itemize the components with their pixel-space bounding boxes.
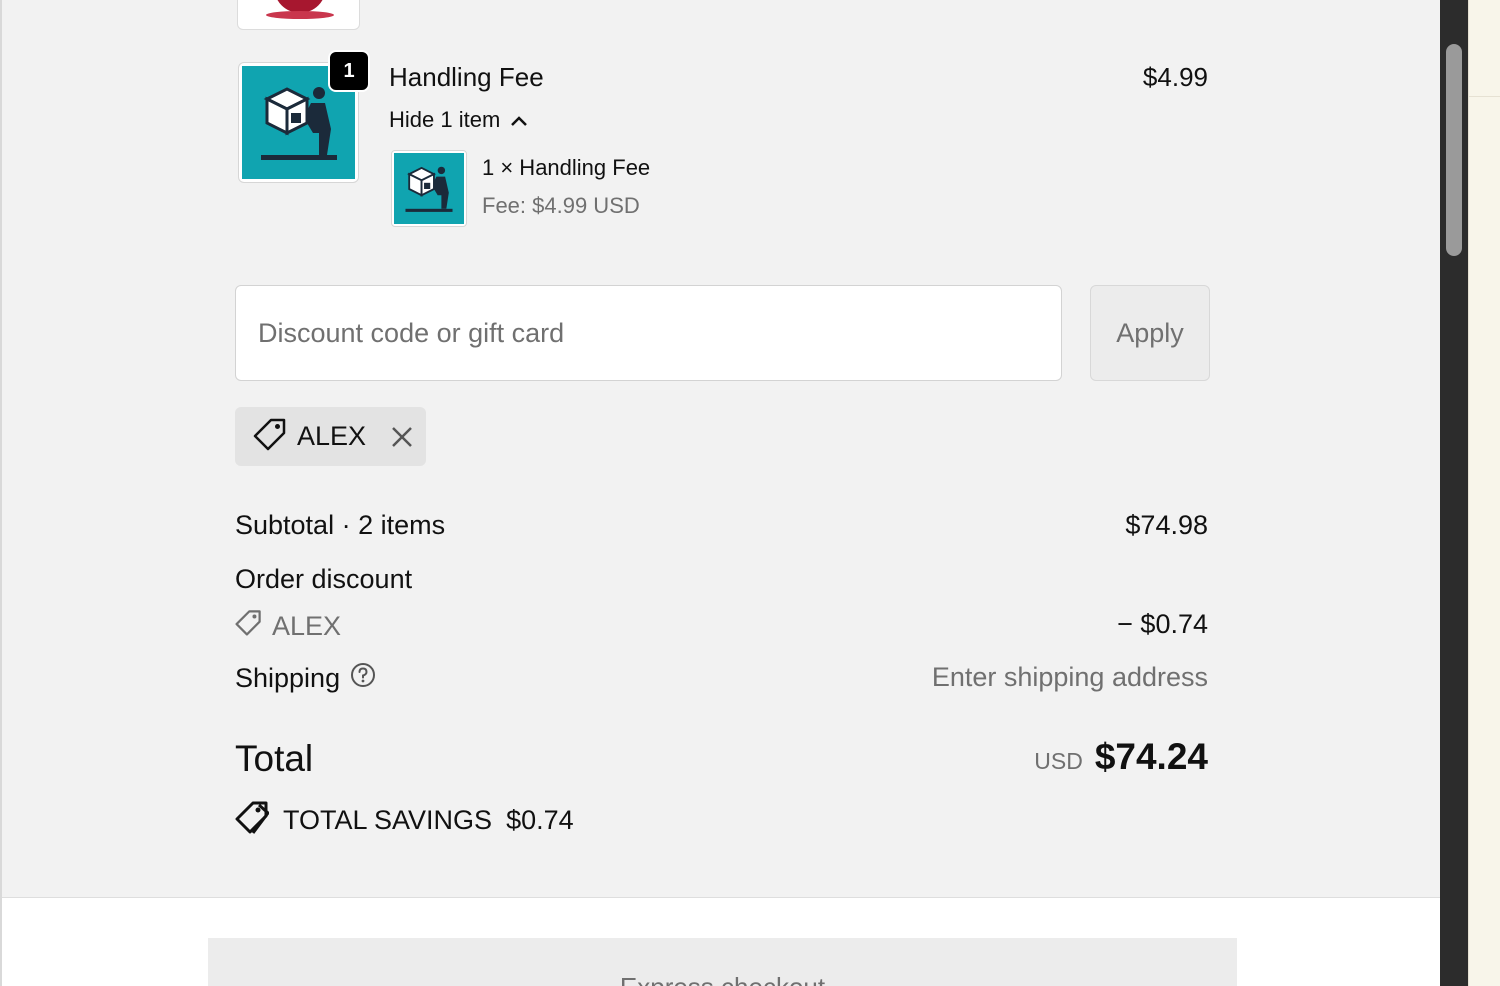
savings-label: TOTAL SAVINGS [283,805,493,835]
total-value: $74.24 [1094,736,1208,777]
box-carrier-icon [394,153,464,224]
sub-item-name: 1 × Handling Fee [482,155,651,180]
remove-discount-button[interactable] [390,425,414,449]
order-discount-value: − $0.74 [1117,609,1208,639]
subtotal-value: $74.98 [1125,510,1208,540]
sub-item-fee: Fee: $4.99 USD [482,193,640,218]
close-icon [392,426,412,447]
scrollbar-thumb[interactable] [1446,44,1462,256]
total-currency: USD [1034,748,1083,774]
savings-value: $0.74 [506,805,574,835]
express-checkout-box: Express checkout [208,938,1237,986]
savings-tag-icon [235,800,270,841]
chevron-up-icon [510,107,528,133]
express-checkout-section: Express checkout [2,897,1440,986]
product-shape-base [266,11,334,19]
help-icon[interactable] [350,662,376,695]
order-discount-code: ALEX [235,609,341,643]
order-discount-label: Order discount [235,564,413,594]
shipping-label: Shipping [235,663,341,693]
side-panel [1468,0,1500,986]
total-savings-row: TOTAL SAVINGS $0.74 [235,800,574,841]
tag-icon [235,609,262,643]
previous-product-thumbnail [237,0,360,30]
express-checkout-label: Express checkout [208,972,1237,986]
line-item-title: Handling Fee [389,62,544,92]
apply-discount-button[interactable]: Apply [1090,285,1210,381]
order-discount-code-label: ALEX [272,610,342,641]
sub-item-thumbnail [391,150,467,227]
line-item-price: $4.99 [1142,62,1208,92]
divider [1469,96,1500,97]
subtotal-label: Subtotal · 2 items [235,510,446,540]
total-label: Total [235,738,314,779]
applied-discount-chip: ALEX [235,407,426,466]
total-amount: USD $74.24 [1034,736,1208,778]
tag-icon [253,417,287,456]
quantity-badge: 1 [328,50,370,92]
applied-discount-code: ALEX [297,421,367,451]
discount-code-input[interactable] [235,285,1062,381]
shipping-value: Enter shipping address [931,662,1208,692]
checkout-order-summary: 1 Handling Fee $4.99 Hide 1 item 1 × Han… [0,0,1440,986]
shipping-row: Shipping [235,662,376,695]
hide-items-label: Hide 1 item [389,107,501,132]
hide-items-toggle[interactable]: Hide 1 item [389,107,528,133]
